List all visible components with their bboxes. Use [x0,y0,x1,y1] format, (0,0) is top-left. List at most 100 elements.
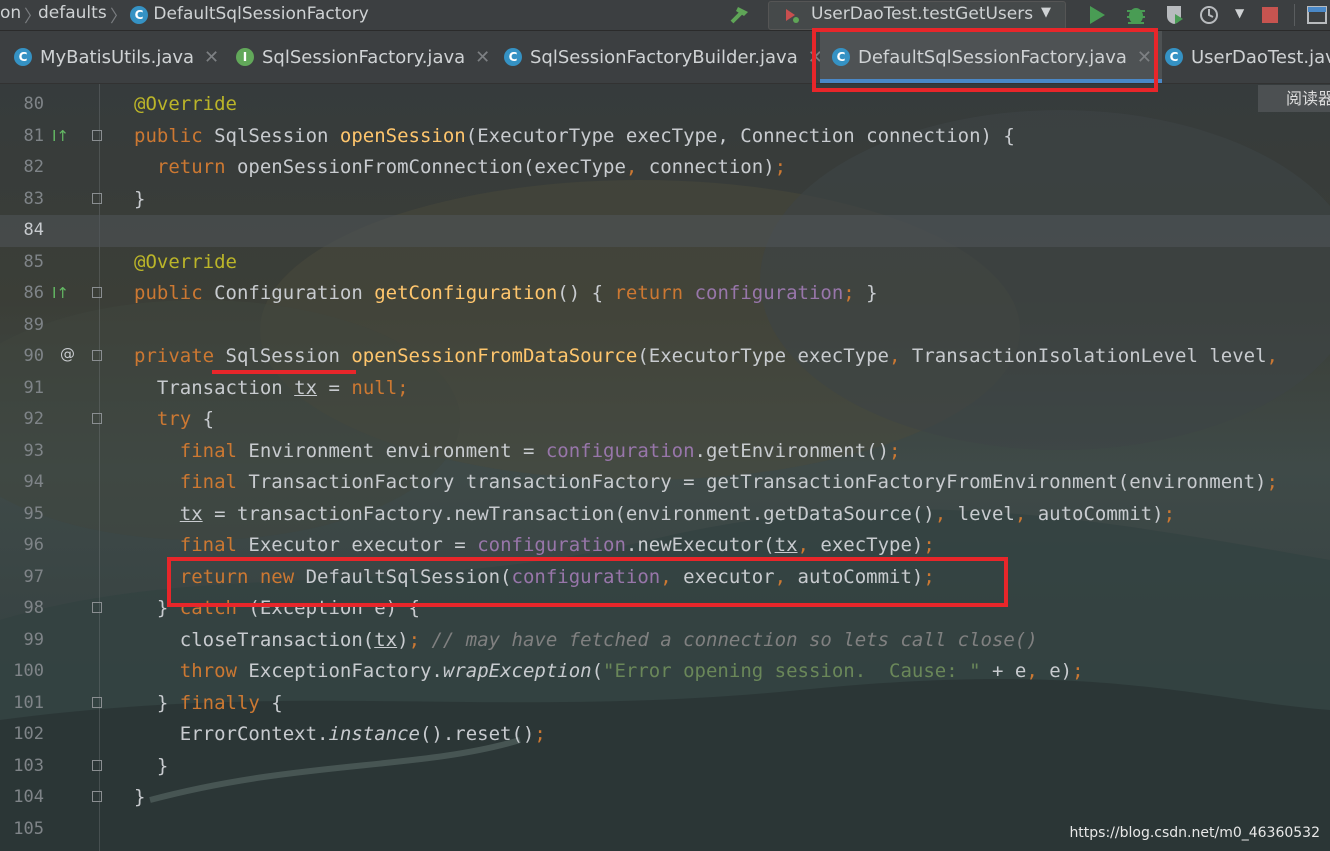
interface-icon: I [236,48,254,66]
class-icon: C [130,6,148,24]
breadcrumb-package[interactable]: defaults [38,3,107,23]
code-line: 100 throw ExceptionFactory.wrapException… [0,656,1330,688]
line-number: 89 [23,314,44,335]
fold-toggle-icon[interactable] [92,192,102,204]
build-hammer-icon[interactable] [728,4,752,26]
tab-label: UserDaoTest.java [1191,46,1330,68]
code-text: public SqlSession openSession(ExecutorTy… [134,124,1015,147]
code-line: 82 return openSessionFromConnection(exec… [0,152,1330,184]
tab-label: MyBatisUtils.java [40,46,195,68]
profile-icon[interactable] [1199,4,1223,26]
code-line: 101 } finally { [0,688,1330,720]
implements-method-marker-icon[interactable]: I↑ [52,127,69,145]
breadcrumb-class-label: DefaultSqlSessionFactory [153,4,369,24]
breadcrumb-separator-icon: 〉 [110,7,127,27]
code-text: final TransactionFactory transactionFact… [179,471,1278,493]
current-code-line: 84 [0,215,1330,247]
return-statement-highlight-box [167,557,1008,607]
fold-toggle-icon[interactable] [92,759,102,771]
close-icon[interactable]: ✕ [204,47,219,68]
code-line: 85 @Override [0,247,1330,279]
stop-icon[interactable] [1261,6,1279,24]
code-line: 86 I↑ public Configuration getConfigurat… [0,278,1330,310]
code-text: Transaction tx = null; [134,376,409,399]
code-line: 91 Transaction tx = null; [0,373,1330,405]
fold-toggle-icon[interactable] [92,696,102,708]
code-line: 94 final TransactionFactory transactionF… [0,467,1330,499]
code-line: 81 I↑ public SqlSession openSession(Exec… [0,121,1330,153]
fold-toggle-icon[interactable] [92,287,102,298]
run-icon[interactable] [1086,4,1108,26]
line-number: 105 [13,818,44,839]
code-text: } finally { [134,691,283,714]
line-number: 85 [23,251,44,272]
fold-toggle-icon[interactable] [92,791,102,802]
class-icon: C [14,48,32,66]
code-line: 104 } [0,782,1330,814]
tab-userdaotest[interactable]: C UserDaoTest.java [1165,31,1330,83]
breadcrumb-class[interactable]: C DefaultSqlSessionFactory [130,4,369,24]
reader-mode-button[interactable]: 阅读器 [1258,85,1330,112]
code-text: try { [156,408,215,430]
fold-toggle-icon[interactable] [92,413,102,424]
fold-toggle-icon[interactable] [92,129,102,141]
implements-method-marker-icon[interactable]: I↑ [52,284,69,302]
project-structure-icon[interactable] [1306,4,1330,26]
tab-mybatisutils[interactable]: C MyBatisUtils.java ✕ [14,31,219,83]
line-number: 104 [13,787,44,807]
breadcrumb-module[interactable]: on [0,3,21,23]
line-number: 94 [23,472,44,492]
annotation-marker-icon[interactable]: @ [60,345,75,363]
code-text: return openSessionFromConnection(execTyp… [156,156,787,178]
line-number: 96 [23,535,44,555]
code-text: tx = transactionFactory.newTransaction(e… [179,502,1176,525]
line-number: 99 [23,629,44,650]
toolbar-divider [1294,4,1295,26]
tab-sqlsessionfactory[interactable]: I SqlSessionFactory.java ✕ [236,31,490,83]
more-run-options-chevron-icon[interactable]: ▼ [1235,6,1244,20]
code-line: 80 @Override [0,89,1330,121]
line-number: 95 [23,503,44,524]
code-text: ErrorContext.instance().reset(); [134,723,546,745]
fold-toggle-icon[interactable] [92,602,102,613]
code-text: private SqlSession openSessionFromDataSo… [134,345,1278,367]
code-line: 103 } [0,751,1330,783]
debug-icon[interactable] [1124,3,1148,27]
line-number: 102 [13,724,44,744]
close-icon[interactable]: ✕ [475,47,490,68]
fold-toggle-icon[interactable] [92,350,102,361]
line-number: 81 [23,125,44,146]
line-number: 83 [23,188,44,209]
code-text: public Configuration getConfiguration() … [134,282,878,304]
line-number: 93 [23,440,44,461]
navigation-bar: on 〉 defaults 〉 C DefaultSqlSessionFacto… [0,0,1330,31]
class-icon: C [504,48,522,66]
line-number: 92 [23,409,44,429]
code-text: @Override [134,250,237,273]
code-line: 95 tx = transactionFactory.newTransactio… [0,499,1330,531]
code-line: 102 ErrorContext.instance().reset(); [0,719,1330,751]
line-number: 97 [23,566,44,587]
watermark: https://blog.csdn.net/m0_46360532 [1069,825,1320,841]
run-configuration-selector[interactable]: UserDaoTest.testGetUsers ▼ [768,1,1066,30]
line-number: 100 [13,661,44,681]
tab-label: SqlSessionFactory.java [262,46,466,68]
code-line: 99 closeTransaction(tx); // may have fet… [0,625,1330,657]
code-text: final Environment environment = configur… [179,439,901,462]
chevron-down-icon: ▼ [1041,5,1051,20]
code-editor[interactable]: 80 @Override 81 I↑ public SqlSession ope… [0,84,1330,851]
tab-sqlsessionfactorybuilder[interactable]: C SqlSessionFactoryBuilder.java ✕ [504,31,823,83]
code-line: 90 @ private SqlSession openSessionFromD… [0,341,1330,373]
active-tab-highlight-box [812,28,1158,92]
line-number: 90 [23,346,44,366]
line-number: 84 [23,220,44,240]
code-text: @Override [134,93,237,115]
line-number: 91 [23,377,44,398]
line-number: 98 [23,598,44,618]
line-number: 103 [13,755,44,776]
line-number: 80 [23,94,44,114]
coverage-icon[interactable] [1164,4,1186,26]
tab-label: SqlSessionFactoryBuilder.java [530,46,798,68]
sqlsession-underline-mark [212,370,356,374]
code-line: 83 } [0,184,1330,216]
